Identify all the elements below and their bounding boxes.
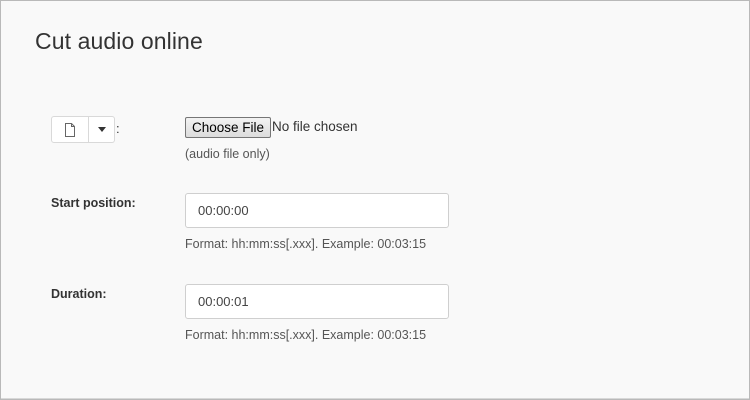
choose-file-button[interactable]: Choose File: [185, 117, 272, 138]
start-format-hint: Format: hh:mm:ss[.xxx]. Example: 00:03:1…: [185, 237, 427, 251]
file-icon: [65, 122, 75, 137]
duration-input[interactable]: [185, 284, 449, 319]
start-position-label: Start position:: [51, 196, 136, 210]
file-source-button[interactable]: [51, 116, 89, 143]
caret-down-icon: [97, 127, 106, 132]
window-frame: Cut audio online : Choose File No file c…: [0, 0, 750, 400]
source-separator: :: [116, 121, 120, 136]
file-source-selector[interactable]: [51, 116, 115, 145]
file-type-hint: (audio file only): [185, 147, 270, 161]
source-dropdown-button[interactable]: [89, 116, 115, 143]
duration-format-hint: Format: hh:mm:ss[.xxx]. Example: 00:03:1…: [185, 328, 427, 342]
start-position-input[interactable]: [185, 193, 449, 228]
form-panel: Cut audio online : Choose File No file c…: [1, 1, 749, 399]
file-status-text: No file chosen: [272, 119, 358, 134]
duration-label: Duration:: [51, 287, 107, 301]
page-title: Cut audio online: [35, 28, 203, 54]
